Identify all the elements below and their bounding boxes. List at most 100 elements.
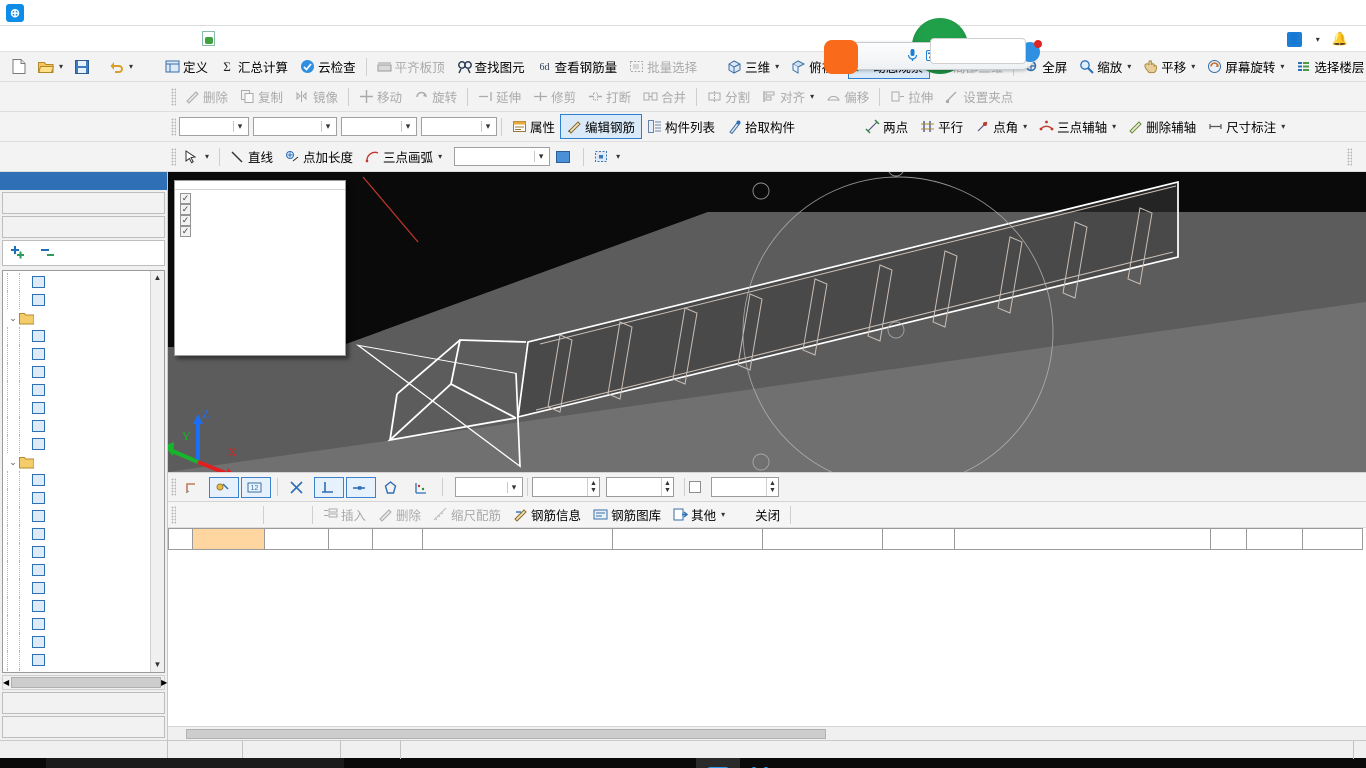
toolbar1-定义[interactable]: 定义 <box>159 55 214 78</box>
snap-顶点[interactable] <box>378 478 406 497</box>
tree-item-10[interactable]: ⌄ <box>3 453 150 471</box>
menu-item-13[interactable] <box>182 36 196 42</box>
axis-三点辅轴[interactable]: 三点辅轴 ▾ <box>1033 115 1122 138</box>
offset-chevron-down-icon[interactable]: ▾ <box>507 481 520 493</box>
rebar-钢筋图库[interactable]: 钢筋图库 <box>587 503 667 526</box>
view-缩放[interactable]: 缩放 ▾ <box>1073 55 1137 78</box>
draw-直线[interactable]: 直线 <box>224 145 279 168</box>
taskbar-app-edge[interactable] <box>476 758 520 768</box>
snap-动态输入[interactable]: 12 <box>241 476 271 498</box>
三点画弧-chevron-down-icon[interactable]: ▾ <box>438 152 442 161</box>
view-选择楼层[interactable]: 选择楼层 <box>1290 55 1366 78</box>
menu-item-1[interactable] <box>14 36 28 42</box>
close-button[interactable] <box>1320 0 1366 26</box>
tree-item-21[interactable] <box>3 651 150 669</box>
menu-item-7[interactable] <box>98 36 112 42</box>
axis-尺寸标注[interactable]: 尺寸标注 ▾ <box>1202 115 1291 138</box>
tree-item-1[interactable] <box>3 291 150 309</box>
axis-点角[interactable]: 点角 ▾ <box>969 115 1033 138</box>
tree-horizontal-scrollbar[interactable]: ◀ ▶ <box>2 675 167 690</box>
rebar-option-2[interactable]: ✓ <box>175 215 345 226</box>
search-box[interactable] <box>46 758 344 768</box>
table-horizontal-scrollbar[interactable] <box>168 726 1366 740</box>
tree-item-14[interactable] <box>3 525 150 543</box>
undo-button[interactable]: ▾ <box>103 58 139 75</box>
y-input[interactable]: ▲ ▼ <box>606 477 674 497</box>
平移-chevron-down-icon[interactable]: ▾ <box>1191 62 1195 71</box>
table-header-12[interactable] <box>1302 528 1363 550</box>
snap-中点[interactable] <box>346 476 376 498</box>
y-spinner[interactable]: ▲ ▼ <box>661 478 673 496</box>
rebar-关闭[interactable]: 关闭 <box>731 503 786 526</box>
tree-item-11[interactable] <box>3 471 150 489</box>
sogou-logo-icon[interactable] <box>824 40 858 74</box>
table-header-4[interactable] <box>372 528 423 550</box>
component-编辑钢筋[interactable]: 编辑钢筋 <box>560 114 643 139</box>
tree-item-6[interactable] <box>3 381 150 399</box>
toolbar1-overflow[interactable] <box>139 65 151 69</box>
component-chevron-down-icon[interactable]: ▾ <box>481 121 494 132</box>
collapse-all-icon[interactable] <box>39 244 59 263</box>
table-header-10[interactable] <box>1210 528 1247 550</box>
rebar-钢筋信息[interactable]: 钢筋信息 <box>507 503 587 526</box>
tree-item-19[interactable] <box>3 615 150 633</box>
tree-item-12[interactable] <box>3 489 150 507</box>
toolbar1-查看钢筋量[interactable]: 6d 查看钢筋量 <box>531 55 624 78</box>
floor-selector[interactable]: ▾ <box>179 117 249 136</box>
rebar-toolbar-grip[interactable] <box>171 505 176 524</box>
rebar-option-1[interactable]: ✓ <box>175 204 345 215</box>
table-hscroll-thumb[interactable] <box>186 728 826 739</box>
open-file-button[interactable]: ▾ <box>32 58 69 76</box>
rebar-其他[interactable]: 其他 ▾ <box>667 503 731 526</box>
taskbar-app-pinwheel[interactable] <box>388 758 432 768</box>
snapbar-grip[interactable] <box>171 478 176 496</box>
minimize-button[interactable] <box>1228 0 1274 26</box>
屏幕旋转-chevron-down-icon[interactable]: ▾ <box>1280 62 1284 71</box>
table-header-1[interactable] <box>192 528 265 550</box>
x-input[interactable]: ▲ ▼ <box>532 477 600 497</box>
toolbar4-grip[interactable] <box>171 147 176 166</box>
account-chevron-down-icon[interactable]: ▾ <box>1316 35 1320 44</box>
axis-平行[interactable]: 平行 <box>914 115 969 138</box>
undo-chevron-down-icon[interactable]: ▾ <box>129 62 133 71</box>
tree-item-15[interactable] <box>3 543 150 561</box>
tree-item-17[interactable] <box>3 579 150 597</box>
table-header-9[interactable] <box>954 528 1211 550</box>
type-selector[interactable]: ▾ <box>341 117 417 136</box>
点角-chevron-down-icon[interactable]: ▾ <box>1023 122 1027 131</box>
table-header-11[interactable] <box>1246 528 1303 550</box>
category-selector[interactable]: ▾ <box>253 117 337 136</box>
rebar-display-control-panel[interactable]: ✓ ✓ ✓ ✓ <box>174 180 346 356</box>
menu-item-11[interactable] <box>154 36 168 42</box>
menu-item-10[interactable] <box>140 36 154 42</box>
rotate-input-field[interactable] <box>712 480 766 494</box>
checkbox-icon[interactable]: ✓ <box>180 193 191 204</box>
toolbar1-查找图元[interactable]: 查找图元 <box>451 55 531 78</box>
view-三维[interactable]: 三维 ▾ <box>721 55 785 78</box>
new-build-button[interactable] <box>202 31 218 46</box>
tree-item-20[interactable] <box>3 633 150 651</box>
checkbox-icon[interactable]: ✓ <box>180 215 191 226</box>
notification-bell-icon[interactable]: 🔔 <box>1332 31 1348 47</box>
snap-交点[interactable] <box>284 478 312 497</box>
rotate-spinner[interactable]: ▲ ▼ <box>766 478 778 496</box>
x-spinner[interactable]: ▲ ▼ <box>587 478 599 496</box>
scroll-right-icon[interactable]: ▶ <box>161 678 167 687</box>
tree-item-3[interactable] <box>3 327 150 345</box>
table-header-6[interactable] <box>612 528 763 550</box>
smart-layout-button[interactable]: ▾ <box>588 148 626 165</box>
checkbox-icon[interactable]: ✓ <box>180 226 191 237</box>
component-构件列表[interactable]: 构件列表 <box>641 115 721 138</box>
checkbox-icon[interactable]: ✓ <box>180 204 191 215</box>
三维-chevron-down-icon[interactable]: ▾ <box>775 62 779 71</box>
floor-chevron-down-icon[interactable]: ▾ <box>233 121 246 132</box>
component-拾取构件[interactable]: 拾取构件 <box>721 115 801 138</box>
table-header-5[interactable] <box>422 528 613 550</box>
microphone-icon[interactable] <box>904 48 921 65</box>
taskbar-app-ggj[interactable] <box>696 758 740 768</box>
start-button[interactable] <box>0 758 46 768</box>
toolbar1-汇总计算[interactable]: Σ 汇总计算 <box>214 55 294 78</box>
menu-item-5[interactable] <box>70 36 84 42</box>
toolbar3-grip[interactable] <box>171 117 176 136</box>
menu-item-6[interactable] <box>84 36 98 42</box>
